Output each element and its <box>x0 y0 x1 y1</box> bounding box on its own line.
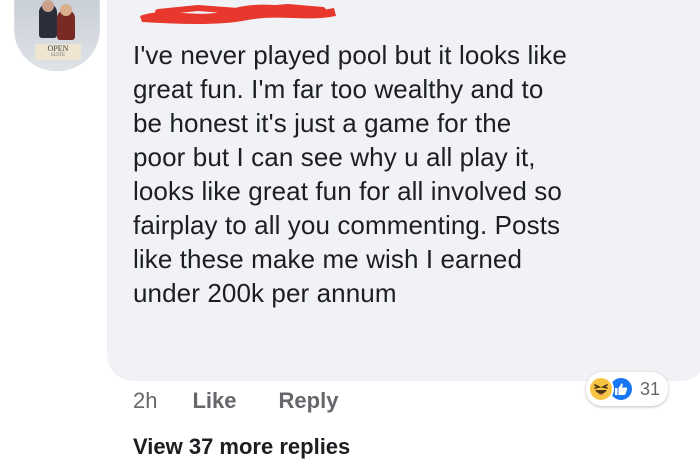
comment-timestamp[interactable]: 2h <box>133 388 157 414</box>
reaction-count: 31 <box>640 378 661 399</box>
avatar-sign-text: OPEN <box>47 44 69 53</box>
comment-line: fairplay to all you commenting. Posts <box>133 210 561 240</box>
redacted-author-name <box>140 3 336 24</box>
avatar-sign-subtext: SUITE <box>50 53 66 58</box>
avatar-head-left <box>42 0 54 12</box>
haha-icon <box>588 376 614 402</box>
comment-text: I've never played pool but it looks like… <box>133 38 678 310</box>
comment-screenshot: OPEN SUITE I've never played pool but it… <box>0 0 700 465</box>
comment-line: I've never played pool but it looks like <box>133 40 567 70</box>
avatar-sign: OPEN SUITE <box>35 44 81 60</box>
reply-button[interactable]: Reply <box>279 388 339 414</box>
like-button[interactable]: Like <box>192 388 236 414</box>
reactions-summary[interactable]: 31 <box>586 372 669 406</box>
comment-actions: 2h Like Reply <box>133 386 338 416</box>
comment-line: poor but I can see why u all play it, <box>133 142 536 172</box>
comment-line: under 200k per annum <box>133 278 397 308</box>
comment-line: like these make me wish I earned <box>133 244 523 274</box>
avatar[interactable]: OPEN SUITE <box>14 0 100 71</box>
comment-line: great fun. I'm far too wealthy and to <box>133 74 544 104</box>
view-more-replies-link[interactable]: View 37 more replies <box>133 434 350 460</box>
avatar-head-right <box>60 4 72 16</box>
comment-line: be honest it's just a game for the <box>133 108 512 138</box>
comment-line: looks like great fun for all involved so <box>133 176 562 206</box>
